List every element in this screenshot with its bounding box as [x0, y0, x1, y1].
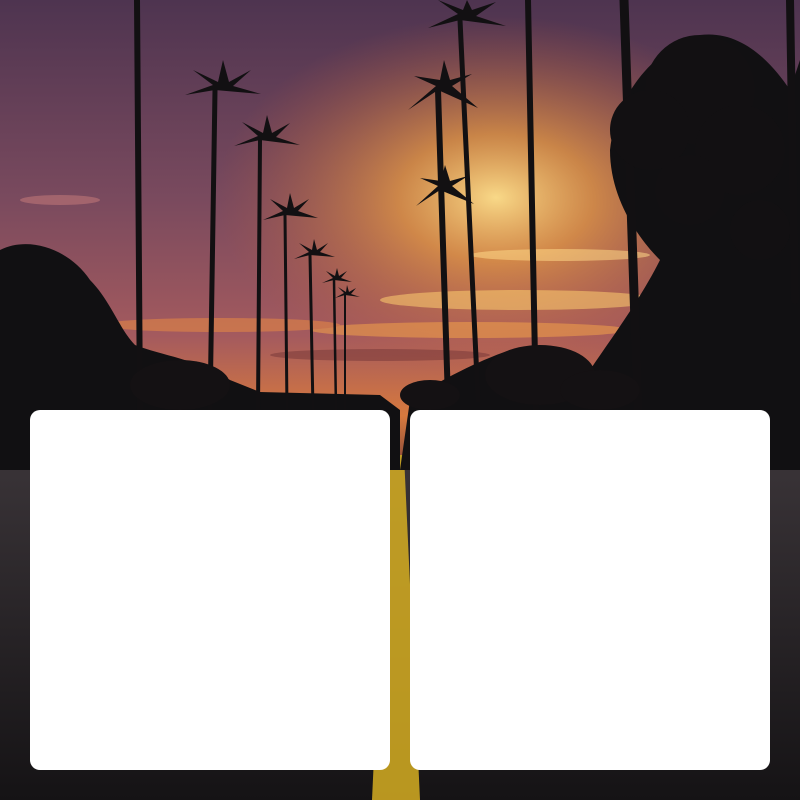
right-panel [410, 410, 770, 770]
photo-stage [0, 0, 800, 800]
left-panel [30, 410, 390, 770]
